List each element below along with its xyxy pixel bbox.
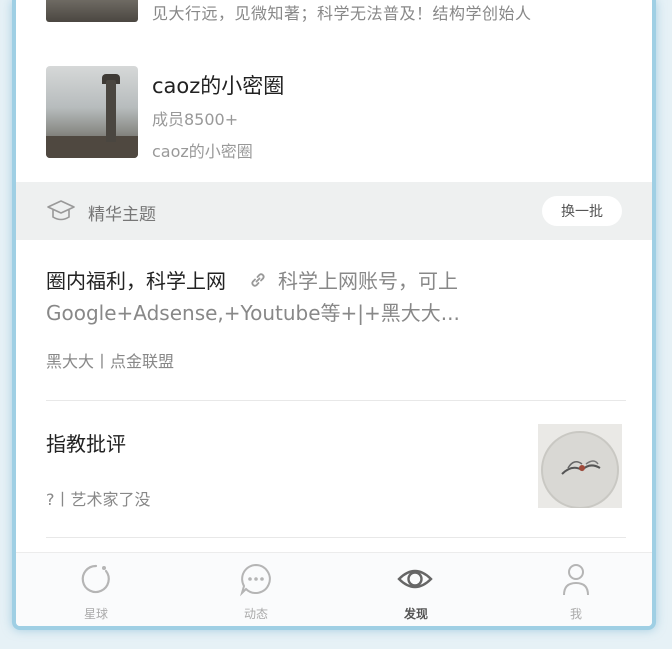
refresh-button[interactable]: 换一批 (542, 196, 622, 226)
circle-description: caoz的小密圈 (152, 142, 253, 161)
graduation-cap-icon (47, 200, 75, 221)
nav-label: 星球 (83, 607, 108, 621)
topic-meta: 黑大大丨点金联盟 (46, 352, 175, 371)
nav-item-activity[interactable]: 动态 (196, 553, 316, 626)
circle-description: 见大行远，见微知著；科学无法普及！结构学创始人 (152, 4, 532, 23)
topic-meta: ?丨艺术家了没 (46, 490, 151, 509)
topic-item[interactable]: 圈内福利，科学上网 科学上网账号，可上 Google+Adsense,+Yout… (46, 266, 626, 328)
nav-label: 我 (569, 607, 582, 621)
planet-icon (81, 564, 110, 594)
app-frame: 见大行远，见微知著；科学无法普及！结构学创始人 caoz的小密圈 成员8500+… (12, 0, 656, 630)
topic-thumbnail[interactable] (538, 424, 622, 508)
topic-excerpt: 科学上网账号，可上 (278, 269, 458, 293)
chat-icon (239, 563, 271, 597)
person-icon (563, 564, 589, 596)
circle-list-item[interactable]: 见大行远，见微知著；科学无法普及！结构学创始人 (46, 0, 646, 30)
circle-list-item[interactable]: caoz的小密圈 成员8500+ caoz的小密圈 (46, 66, 646, 162)
divider (46, 400, 626, 401)
circle-thumbnail (46, 0, 138, 22)
topic-excerpt: Google+Adsense,+Youtube等+|+黑大大... (46, 301, 460, 325)
nav-item-discover[interactable]: 发现 (356, 553, 476, 626)
nav-label: 动态 (243, 607, 268, 621)
bottom-nav: 星球 动态 发现 我 (16, 552, 652, 626)
eye-icon (397, 569, 433, 589)
nav-item-planet[interactable]: 星球 (36, 553, 156, 626)
nav-label: 发现 (403, 607, 428, 621)
topic-title[interactable]: 指教批评 (46, 428, 126, 457)
featured-topics-header: 精华主题 换一批 (16, 182, 652, 240)
nav-item-me[interactable]: 我 (516, 553, 636, 626)
circle-title: caoz的小密圈 (152, 74, 285, 98)
circle-members: 成员8500+ (152, 110, 239, 129)
circle-thumbnail (46, 66, 138, 158)
plate-image (538, 424, 622, 508)
link-icon (251, 273, 265, 287)
section-title: 精华主题 (88, 205, 156, 225)
divider (46, 537, 626, 538)
topic-title: 圈内福利，科学上网 (46, 269, 226, 293)
